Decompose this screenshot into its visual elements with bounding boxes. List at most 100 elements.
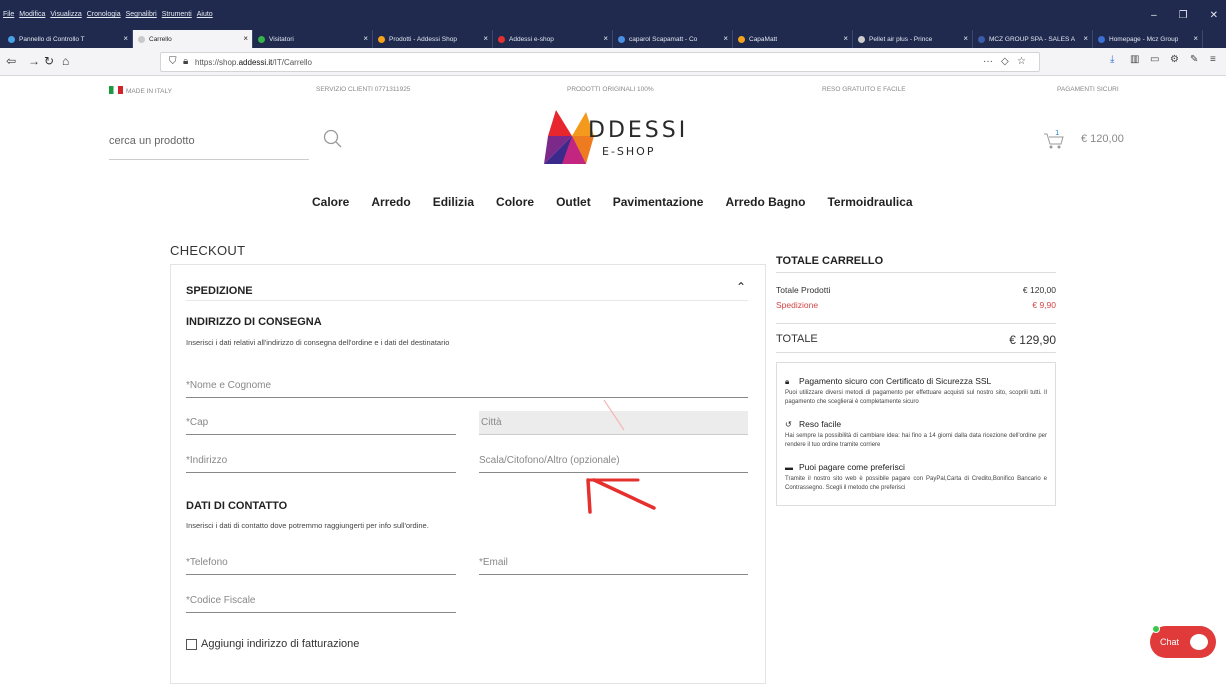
tab-label: Pannello di Controllo T — [19, 35, 85, 43]
tab-close-icon[interactable]: × — [123, 34, 128, 43]
city-field[interactable]: Città — [479, 411, 748, 435]
browser-tab[interactable]: Homepage - Mcz Group × — [1093, 30, 1203, 48]
cart-icon[interactable]: 1 — [1042, 128, 1066, 150]
nav-item-arredo[interactable]: Arredo — [371, 195, 410, 209]
nav-item-calore[interactable]: Calore — [312, 195, 349, 209]
browser-tabbar: Pannello di Controllo T × Carrello × Visitat… — [0, 30, 1226, 48]
browser-tab[interactable]: Pellet air plus - Prince × — [853, 30, 973, 48]
addon-icon[interactable]: ✎ — [1190, 54, 1198, 65]
menu-item-aiuto[interactable]: Aiuto — [197, 11, 213, 18]
nav-item-outlet[interactable]: Outlet — [556, 195, 591, 209]
home-icon[interactable]: ⌂ — [62, 54, 69, 68]
search-input[interactable]: cerca un prodotto — [109, 126, 309, 160]
info-panel: 🔒︎ Pagamento sicuro con Certificato di Si… — [776, 362, 1056, 506]
address-extra-placeholder: Scala/Citofono/Altro (opzionale) — [479, 455, 620, 466]
phone-placeholder: *Telefono — [186, 557, 228, 568]
made-in-italy: MADE IN ITALY — [109, 86, 172, 95]
browser-tab[interactable]: Carrello × — [133, 30, 253, 48]
menu-item-segnalibri[interactable]: Segnalibri — [126, 11, 157, 18]
main-navigation: Calore Arredo Edilizia Colore Outlet Paviment… — [312, 195, 913, 209]
cap-placeholder: *Cap — [186, 417, 209, 428]
lock-icon: 🔒︎ — [785, 377, 790, 386]
address-field[interactable]: *Indirizzo — [186, 449, 456, 473]
products-total-label: Totale Prodotti — [776, 285, 831, 295]
tax-code-field[interactable]: *Codice Fiscale — [186, 589, 456, 613]
tab-close-icon[interactable]: × — [363, 34, 368, 43]
nav-item-arredo-bagno[interactable]: Arredo Bagno — [725, 195, 805, 209]
library-icon[interactable]: ▥ — [1130, 54, 1139, 65]
delivery-address-description: Inserisci i dati relativi all'indirizzo … — [186, 338, 450, 347]
payment-title: Puoi pagare come preferisci — [799, 462, 905, 472]
back-icon[interactable]: ⇦ — [6, 54, 16, 68]
menu-item-modifica[interactable]: Modifica — [19, 11, 45, 18]
tab-favicon-icon — [1098, 35, 1105, 43]
cart-total[interactable]: € 120,00 — [1081, 133, 1124, 145]
tab-close-icon[interactable]: × — [603, 34, 608, 43]
url-text[interactable]: https://shop.addessi.it/IT/Carrello — [195, 58, 312, 67]
contact-data-description: Inserisci i dati di contatto dove potrem… — [186, 521, 429, 530]
nav-item-pavimentazione[interactable]: Pavimentazione — [613, 195, 704, 209]
menu-item-file[interactable]: File — [3, 11, 14, 18]
cart-total-title: TOTALE CARRELLO — [776, 255, 884, 267]
logo-wordmark: DDESSI — [588, 118, 689, 143]
collapse-chevron-icon[interactable]: ⌃ — [736, 280, 746, 294]
tab-close-icon[interactable]: × — [483, 34, 488, 43]
nav-item-colore[interactable]: Colore — [496, 195, 534, 209]
browser-tab[interactable]: Addessi e-shop × — [493, 30, 613, 48]
return-title: Reso facile — [799, 419, 842, 429]
chat-button[interactable]: Chat — [1150, 625, 1216, 658]
close-window-icon[interactable]: ✕ — [1210, 10, 1218, 21]
billing-address-toggle[interactable]: Aggiungi indirizzo di fatturazione — [186, 638, 359, 650]
menu-item-cronologia[interactable]: Cronologia — [87, 11, 121, 18]
menu-item-strumenti[interactable]: Strumenti — [162, 11, 192, 18]
addessi-logo[interactable]: DDESSI E-SHOP — [542, 108, 702, 168]
full-name-placeholder: *Nome e Cognome — [186, 380, 272, 391]
secure-payments-info: PAGAMENTI SICURI — [1057, 86, 1119, 93]
search-icon[interactable] — [322, 128, 344, 150]
browser-tab[interactable]: MCZ GROUP SPA - SALES A × — [973, 30, 1093, 48]
browser-tab[interactable]: caparol Scapamatt - Co × — [613, 30, 733, 48]
download-icon[interactable]: ⤓ — [1110, 54, 1114, 65]
shipping-section-title[interactable]: SPEDIZIONE — [186, 285, 253, 297]
browser-tab[interactable]: Prodotti - Addessi Shop × — [373, 30, 493, 48]
address-extra-field[interactable]: Scala/Citofono/Altro (opzionale) — [479, 449, 748, 473]
tab-close-icon[interactable]: × — [1193, 34, 1198, 43]
hamburger-menu-icon[interactable]: ≡ — [1210, 54, 1216, 65]
full-name-field[interactable]: *Nome e Cognome — [186, 374, 748, 398]
tab-close-icon[interactable]: × — [1083, 34, 1088, 43]
extension-icon[interactable]: ⚙ — [1170, 54, 1179, 65]
pocket-icon[interactable]: ◇ — [1001, 56, 1009, 67]
nav-item-termoidraulica[interactable]: Termoidraulica — [827, 195, 912, 209]
tab-close-icon[interactable]: × — [963, 34, 968, 43]
billing-address-label[interactable]: Aggiungi indirizzo di fatturazione — [201, 638, 359, 650]
italy-flag-icon — [109, 86, 123, 94]
tab-close-icon[interactable]: × — [723, 34, 728, 43]
billing-address-checkbox[interactable] — [186, 638, 197, 650]
browser-tab[interactable]: CapaMatt × — [733, 30, 853, 48]
forward-icon[interactable]: → — [28, 54, 40, 68]
phone-field[interactable]: *Telefono — [186, 551, 456, 575]
email-field[interactable]: *Email — [479, 551, 748, 575]
delivery-address-title: INDIRIZZO DI CONSEGNA — [186, 316, 322, 328]
tab-close-icon[interactable]: × — [243, 34, 248, 43]
grand-total-value: € 129,90 — [1009, 333, 1056, 347]
bookmark-star-icon[interactable]: ☆ — [1017, 56, 1026, 67]
nav-item-edilizia[interactable]: Edilizia — [433, 195, 474, 209]
browser-tab[interactable]: Visitatori × — [253, 30, 373, 48]
sidebar-icon[interactable]: ▭ — [1150, 54, 1159, 65]
tab-label: Prodotti - Addessi Shop — [389, 35, 457, 43]
reload-icon[interactable]: ↻ — [44, 54, 54, 68]
tab-close-icon[interactable]: × — [843, 34, 848, 43]
grand-total-label: TOTALE — [776, 333, 818, 345]
maximize-icon[interactable]: ❐ — [1179, 10, 1188, 21]
tax-code-placeholder: *Codice Fiscale — [186, 595, 256, 606]
address-bar[interactable]: ⛉ 🔒︎ https://shop.addessi.it/IT/Carrello… — [160, 52, 1040, 72]
original-products-info: PRODOTTI ORIGINALI 100% — [567, 86, 654, 93]
page-actions-icon[interactable]: ··· — [983, 56, 993, 67]
minimize-icon[interactable]: – — [1151, 10, 1157, 21]
tab-label: Homepage - Mcz Group — [1109, 35, 1179, 43]
cap-field[interactable]: *Cap — [186, 411, 456, 435]
shield-icon[interactable]: ⛉ — [169, 56, 177, 67]
menu-item-visualizza[interactable]: Visualizza — [50, 11, 81, 18]
browser-tab[interactable]: Pannello di Controllo T × — [3, 30, 133, 48]
